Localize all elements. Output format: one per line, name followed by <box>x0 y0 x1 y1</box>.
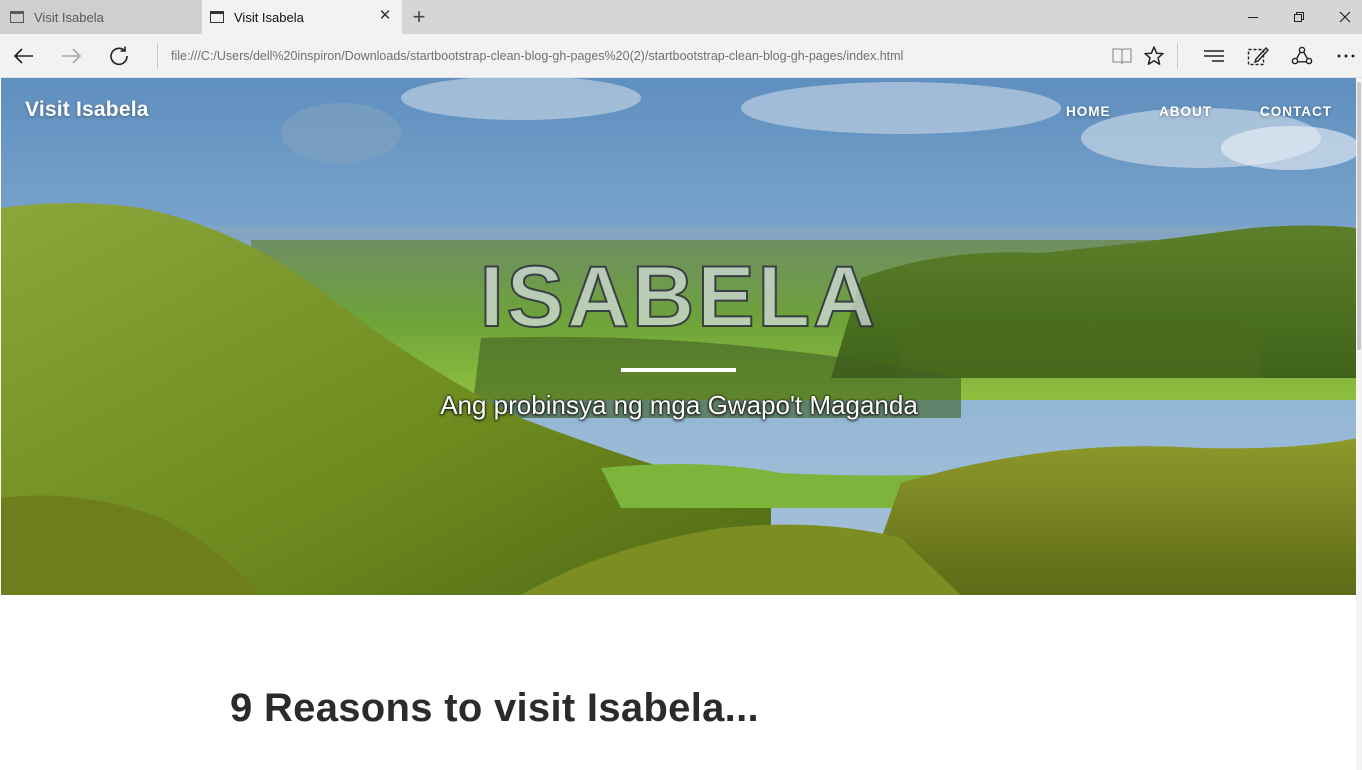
hero-title: ISABELA <box>479 249 879 345</box>
toolbar-separator <box>1177 43 1178 69</box>
nav-contact-link[interactable]: CONTACT <box>1260 104 1332 119</box>
new-tab-button[interactable]: + <box>408 4 430 30</box>
scrollbar-thumb[interactable] <box>1357 82 1361 350</box>
share-icon[interactable] <box>1287 42 1317 70</box>
minimize-icon[interactable] <box>1230 0 1276 34</box>
browser-toolbar: file:///C:/Users/dell%20inspiron/Downloa… <box>0 34 1362 78</box>
maximize-icon[interactable] <box>1276 0 1322 34</box>
hub-icon[interactable] <box>1199 42 1229 70</box>
forward-icon[interactable] <box>56 42 86 70</box>
favorite-star-icon[interactable] <box>1139 42 1169 70</box>
page-icon <box>210 11 224 23</box>
tab-title: Visit Isabela <box>234 9 304 25</box>
hero-subtitle: Ang probinsya ng mga Gwapo't Maganda <box>440 390 918 420</box>
reading-view-icon[interactable] <box>1107 42 1137 70</box>
nav-home-link[interactable]: HOME <box>1066 104 1111 119</box>
tab-strip: Visit Isabela Visit Isabela ✕ + <box>0 0 1362 34</box>
tab-title: Visit Isabela <box>34 9 104 25</box>
post-title[interactable]: 9 Reasons to visit Isabela... <box>230 686 759 730</box>
web-note-icon[interactable] <box>1243 42 1273 70</box>
tab-visit-isabela-1[interactable]: Visit Isabela <box>0 0 201 34</box>
address-bar[interactable]: file:///C:/Users/dell%20inspiron/Downloa… <box>171 34 1101 78</box>
window-close-icon[interactable] <box>1322 0 1362 34</box>
more-icon[interactable] <box>1331 42 1361 70</box>
nav-about-link[interactable]: ABOUT <box>1159 104 1212 119</box>
page-icon <box>10 11 24 23</box>
page-scrollbar[interactable] <box>1356 78 1362 770</box>
page-viewport: Visit Isabela HOME ABOUT CONTACT ISABELA… <box>0 78 1362 770</box>
refresh-icon[interactable] <box>104 42 134 70</box>
toolbar-separator <box>157 43 158 69</box>
hero-divider <box>621 368 736 372</box>
close-tab-icon[interactable]: ✕ <box>376 7 394 25</box>
hero-header: Visit Isabela HOME ABOUT CONTACT ISABELA… <box>1 78 1357 595</box>
tab-visit-isabela-2[interactable]: Visit Isabela ✕ <box>202 0 402 34</box>
back-icon[interactable] <box>9 42 39 70</box>
site-brand[interactable]: Visit Isabela <box>25 98 149 122</box>
